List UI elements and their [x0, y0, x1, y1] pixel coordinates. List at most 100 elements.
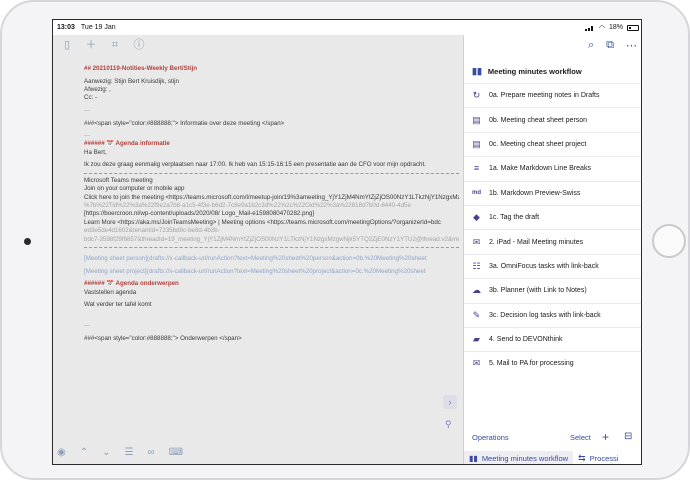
- folder-icon: ▰: [473, 334, 480, 345]
- document-icon: ▤: [472, 114, 481, 125]
- battery-icon: [627, 24, 639, 31]
- battery-text: 18%: [608, 24, 623, 31]
- action-label: 0c. Meeting cheat sheet project: [489, 140, 587, 148]
- action-item[interactable]: ≡ 1a. Make Markdown Line Breaks: [464, 156, 641, 180]
- tag-icon: ◆: [473, 212, 480, 223]
- action-label: 3a. OmniFocus tasks with link-back: [489, 262, 599, 270]
- text-line: [Meeting sheet person](drafts://x-callba…: [84, 255, 427, 263]
- action-label: 3c. Decision log tasks with link-back: [489, 311, 601, 319]
- draft-text[interactable]: ## 20210119-Notities-Weekly Bert/Stijn Aa…: [84, 65, 459, 343]
- action-item[interactable]: ✎ 3c. Decision log tasks with link-back: [464, 302, 641, 327]
- list-icon[interactable]: ☰: [125, 447, 134, 458]
- tab-meeting-minutes-workflow[interactable]: ▮▮ Meeting minutes workflow: [464, 451, 574, 464]
- editor[interactable]: ▯ ＋ ⌗ ⓘ ## 20210119-Notities-Weekly Bert…: [53, 35, 463, 464]
- chevron-right-icon[interactable]: ›: [443, 395, 457, 409]
- action-item[interactable]: ▰ 4. Send to DEVONthink: [464, 326, 641, 351]
- pen-icon: ✎: [472, 309, 481, 320]
- text-line: bdc7-3598f29f6857&threadId=19_meeting_Yj…: [84, 235, 459, 243]
- action-item[interactable]: ▤ 0c. Meeting cheat sheet project: [464, 131, 641, 156]
- action-label: 5. Mail to PA for processing: [489, 360, 574, 368]
- mail-icon: ✉: [472, 236, 481, 247]
- text-line: ###### 📅 Agenda informatie: [84, 140, 170, 148]
- chevron-up-icon[interactable]: ⌃: [80, 447, 88, 458]
- camera: [24, 238, 31, 245]
- tag-icon[interactable]: ⌗: [109, 39, 121, 51]
- text-line: ###<span style="color:#888888;"> Informa…: [84, 119, 285, 127]
- ipad-frame: 13:03 Tue 19 Jan ◠ 18% ▯ ＋ ⌗ ⓘ ## 202101…: [0, 0, 690, 480]
- text-line: Afwezig: ,: [84, 85, 111, 93]
- search-icon[interactable]: ⌕: [588, 39, 594, 52]
- text-line: Cc: -: [84, 94, 98, 102]
- status-date: Tue 19 Jan: [80, 24, 116, 31]
- text-line: %7b%22Tid%22%3a%22f9e2a7b8-a1c5-4f3e-b6d…: [84, 202, 411, 210]
- select-button[interactable]: Select: [570, 433, 591, 442]
- info-icon[interactable]: ⓘ: [133, 39, 145, 51]
- text-line: Ha Bert,: [84, 148, 107, 156]
- panel-footer: Operations Select + ⊟: [464, 430, 641, 444]
- swap-icon: ⇆: [578, 453, 586, 463]
- pin-icon[interactable]: ⚲: [445, 419, 452, 430]
- separator-line: [84, 246, 459, 248]
- cloud-icon: ☁: [472, 285, 481, 296]
- text-line: Microsoft Teams meeting: [84, 176, 153, 184]
- link-icon[interactable]: ∞: [147, 447, 154, 458]
- text-line: ## 20210119-Notities-Weekly Bert/Stijn: [84, 65, 198, 72]
- status-bar: 13:03 Tue 19 Jan ◠ 18%: [53, 20, 641, 35]
- text-line: Join on your computer or mobile app: [84, 185, 185, 193]
- action-panel: ⌕ ⧉ ⋯ ▮▮ Meeting minutes workflow ↻ 0a. P…: [463, 35, 641, 464]
- text-line: Aanwezig: Stijn Bert Kruisdijk, stijn: [84, 77, 179, 85]
- chevron-down-icon[interactable]: ⌄: [102, 447, 110, 458]
- text-line: Ik zou deze graag eenmalig verplaatsen n…: [84, 161, 426, 169]
- action-label: 4. Send to DEVONthink: [489, 336, 563, 344]
- text-line: Click here to join the meeting <https://…: [84, 193, 459, 201]
- eye-icon[interactable]: ◉: [57, 447, 66, 458]
- text-line: ###<span style="color:#888888;"> Onderwe…: [84, 334, 242, 342]
- wifi-icon: ◠: [598, 24, 605, 32]
- home-button[interactable]: [652, 224, 686, 258]
- add-icon[interactable]: ＋: [85, 39, 97, 51]
- action-item[interactable]: ✉ 5. Mail to PA for processing: [464, 351, 641, 375]
- action-label: 0b. Meeting cheat sheet person: [489, 116, 588, 124]
- workflow-icon: ▮▮: [472, 66, 482, 76]
- new-document-icon[interactable]: ▯: [61, 39, 73, 51]
- text-line: ed3e5de4d1602&tenantId=7235bd8c-be8d-4b3…: [84, 227, 220, 235]
- action-label: 1a. Make Markdown Line Breaks: [489, 165, 591, 173]
- action-groups-icon[interactable]: ⊟: [624, 431, 632, 442]
- text-line: ---: [84, 106, 91, 114]
- text-line: Vaststellen agenda: [84, 288, 137, 296]
- keyboard-icon[interactable]: ⌨: [169, 447, 183, 458]
- action-item[interactable]: md 1b. Markdown Preview-Swiss: [464, 180, 641, 205]
- action-label: 1c. Tag the draft: [489, 214, 540, 222]
- text-line: ---: [84, 132, 91, 140]
- tab-label: Meeting minutes workflow: [481, 454, 569, 463]
- action-item[interactable]: ✉ 2. iPad - Mail Meeting minutes: [464, 229, 641, 253]
- signal-icon: [584, 25, 595, 31]
- action-item[interactable]: ☁ 3b. Planner (with Link to Notes): [464, 278, 641, 302]
- markdown-icon: md: [472, 189, 481, 196]
- refresh-icon: ↻: [472, 90, 481, 101]
- operations-button[interactable]: Operations: [472, 433, 509, 442]
- action-item[interactable]: ◆ 1c. Tag the draft: [464, 204, 641, 229]
- add-action-icon[interactable]: +: [602, 430, 609, 444]
- action-label: 2. iPad - Mail Meeting minutes: [489, 238, 584, 246]
- action-group-title-text: Meeting minutes workflow: [487, 67, 582, 76]
- action-group-tabs: ▮▮ Meeting minutes workflow ⇆ Processi: [464, 451, 641, 464]
- share-icon[interactable]: ⧉: [606, 39, 614, 52]
- action-item[interactable]: ☷ 3a. OmniFocus tasks with link-back: [464, 253, 641, 278]
- text-line: ###### 📅 Agenda onderwerpen: [84, 280, 179, 288]
- action-item[interactable]: ▤ 0b. Meeting cheat sheet person: [464, 107, 641, 131]
- editor-toolbar: ▯ ＋ ⌗ ⓘ: [61, 39, 145, 51]
- panel-toolbar: ⌕ ⧉ ⋯: [588, 39, 637, 52]
- action-list: ↻ 0a. Prepare meeting notes in Drafts ▤ 0b.…: [464, 83, 641, 376]
- tab-processing[interactable]: ⇆ Processi: [573, 451, 623, 464]
- workflow-icon: ▮▮: [469, 454, 478, 463]
- mail-icon: ✉: [472, 358, 481, 369]
- text-line: Wat verder ter tafel komt: [84, 301, 152, 309]
- text-line: [Meeting sheet project](drafts://x-callb…: [84, 267, 426, 275]
- tab-label: Processi: [589, 454, 619, 463]
- document-icon: ▤: [472, 138, 481, 149]
- action-group-title: ▮▮ Meeting minutes workflow: [472, 66, 582, 77]
- action-label: 1b. Markdown Preview-Swiss: [489, 189, 581, 197]
- more-icon[interactable]: ⋯: [626, 39, 637, 52]
- action-item[interactable]: ↻ 0a. Prepare meeting notes in Drafts: [464, 83, 641, 107]
